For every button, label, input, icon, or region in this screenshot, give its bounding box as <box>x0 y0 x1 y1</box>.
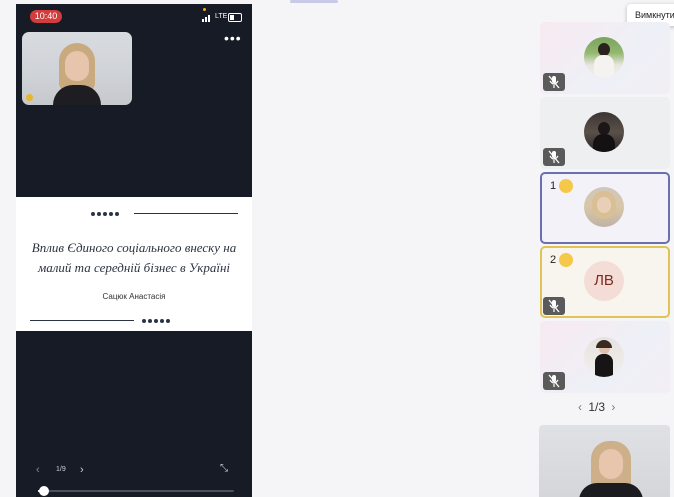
participant-tile[interactable] <box>540 321 670 393</box>
status-time: 10:40 <box>30 10 62 23</box>
slide-dots-bottom <box>142 319 170 323</box>
slide-dots-top <box>91 212 119 216</box>
participant-tile[interactable]: 2 ЛВ <box>540 246 670 318</box>
shared-screen: 10:40 LTE ••• Вплив Єдиного соціального … <box>16 4 252 497</box>
hand-raise-order: 2 <box>550 254 557 266</box>
signal-icon <box>202 14 212 22</box>
recording-dot-icon <box>203 8 206 11</box>
window-top-indicator <box>290 0 338 3</box>
avatar-initials: ЛВ <box>584 261 624 301</box>
phone-status-bar: 10:40 LTE <box>16 4 252 28</box>
presenter-figure <box>53 43 101 105</box>
mic-muted-icon <box>543 297 565 315</box>
battery-icon <box>228 13 242 22</box>
participant-tile[interactable]: 1 <box>540 172 670 244</box>
avatar <box>584 37 624 77</box>
participant-tile[interactable] <box>540 97 670 169</box>
presenter-badge-icon <box>26 94 33 101</box>
more-options-icon[interactable]: ••• <box>224 31 241 45</box>
prev-page-button[interactable]: ‹ <box>578 400 582 414</box>
avatar <box>584 112 624 152</box>
slide-rule-top <box>134 213 238 214</box>
avatar <box>584 187 624 227</box>
hand-raise-order: 1 <box>550 180 557 192</box>
progress-knob[interactable] <box>38 486 49 496</box>
next-page-button[interactable]: › <box>611 400 615 414</box>
mic-muted-icon <box>543 372 565 390</box>
mic-muted-icon <box>543 73 565 91</box>
self-video-preview <box>539 425 670 497</box>
avatar <box>584 337 624 377</box>
presenter-camera <box>22 32 132 105</box>
next-page-button[interactable]: › <box>80 464 84 476</box>
raised-hand-icon <box>559 179 573 193</box>
collapse-icon[interactable]: ⤡ <box>220 463 232 475</box>
raised-hand-icon <box>559 253 573 267</box>
participants-page-indicator: 1/3 <box>588 400 606 414</box>
mic-muted-icon <box>543 148 565 166</box>
slide-title: Вплив Єдиного соціального внеску на мали… <box>31 240 237 275</box>
participants-pager: ‹ 1/3 › <box>578 400 634 418</box>
presentation-slide: Вплив Єдиного соціального внеску на мали… <box>16 197 252 331</box>
slide-author: Сацюк Анастасія <box>102 292 166 301</box>
page-indicator: 1/9 <box>56 466 66 473</box>
slide-rule-bottom <box>30 320 134 321</box>
prev-page-button[interactable]: ‹ <box>36 464 40 476</box>
network-label: LTE <box>215 13 228 20</box>
presentation-progress[interactable] <box>38 486 234 496</box>
participant-tile[interactable] <box>540 22 670 94</box>
